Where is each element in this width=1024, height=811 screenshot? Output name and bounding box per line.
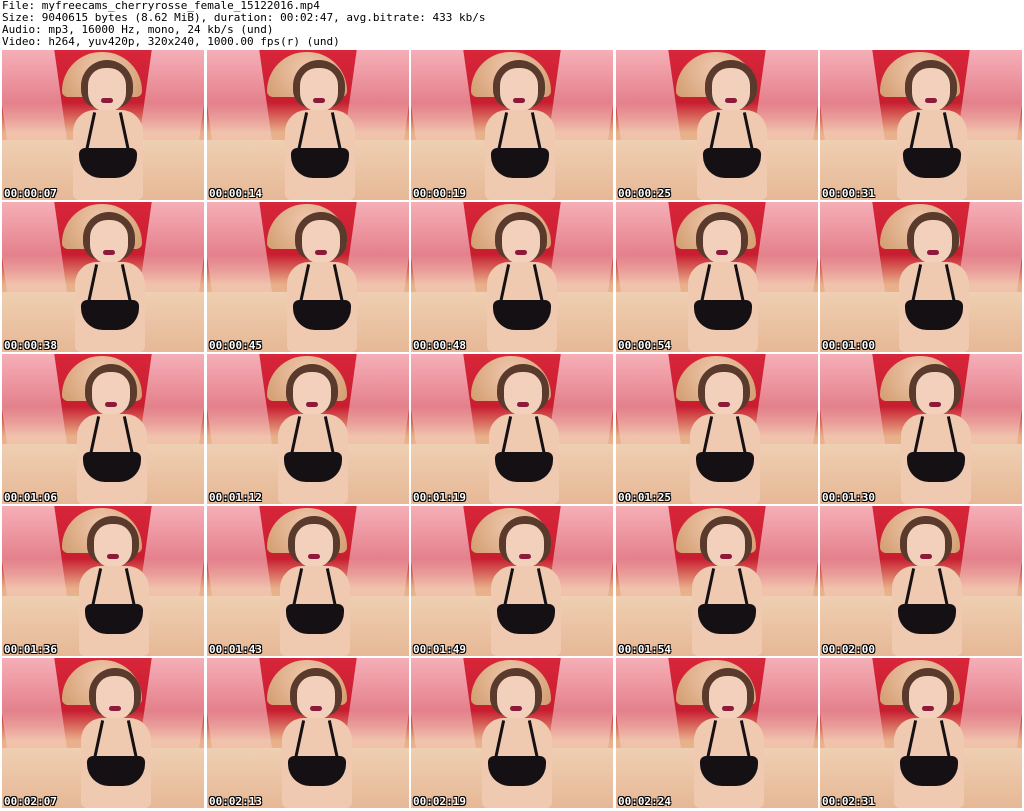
thumbnail-timestamp: 00:00:19 (413, 187, 466, 200)
thumbnail-timestamp: 00:00:45 (209, 339, 262, 352)
video-thumbnail: 00:01:25 (616, 354, 818, 504)
video-thumbnail: 00:00:45 (207, 202, 409, 352)
video-thumbnail: 00:01:00 (820, 202, 1022, 352)
video-thumbnail: 00:02:24 (616, 658, 818, 808)
video-thumbnail: 00:01:36 (2, 506, 204, 656)
video-thumbnail: 00:00:14 (207, 50, 409, 200)
file-info-header: File: myfreecams_cherryrosse_female_1512… (2, 0, 1022, 50)
thumbnail-timestamp: 00:02:00 (822, 643, 875, 656)
video-thumbnail: 00:01:12 (207, 354, 409, 504)
thumbnail-timestamp: 00:00:31 (822, 187, 875, 200)
video-thumbnail: 00:01:30 (820, 354, 1022, 504)
thumbnail-timestamp: 00:01:36 (4, 643, 57, 656)
thumbnail-timestamp: 00:01:12 (209, 491, 262, 504)
thumbnail-timestamp: 00:01:49 (413, 643, 466, 656)
video-thumbnail: 00:01:19 (411, 354, 613, 504)
thumbnail-timestamp: 00:01:06 (4, 491, 57, 504)
video-thumbnail: 00:01:49 (411, 506, 613, 656)
video-thumbnail: 00:01:54 (616, 506, 818, 656)
thumbnail-timestamp: 00:02:07 (4, 795, 57, 808)
thumbnail-timestamp: 00:02:31 (822, 795, 875, 808)
thumbnail-timestamp: 00:00:38 (4, 339, 57, 352)
thumbnail-timestamp: 00:01:43 (209, 643, 262, 656)
video-thumbnail: 00:00:48 (411, 202, 613, 352)
video-thumbnail: 00:00:31 (820, 50, 1022, 200)
video-thumbnail: 00:02:19 (411, 658, 613, 808)
video-thumbnail: 00:01:06 (2, 354, 204, 504)
video-thumbnail: 00:00:54 (616, 202, 818, 352)
thumbnail-timestamp: 00:01:54 (618, 643, 671, 656)
video-thumbnail: 00:00:07 (2, 50, 204, 200)
video-thumbnail: 00:02:13 (207, 658, 409, 808)
thumbnail-timestamp: 00:02:24 (618, 795, 671, 808)
thumbnail-timestamp: 00:01:00 (822, 339, 875, 352)
thumbnail-timestamp: 00:00:07 (4, 187, 57, 200)
video-thumbnail: 00:00:19 (411, 50, 613, 200)
video-thumbnail: 00:02:07 (2, 658, 204, 808)
thumbnail-grid: 00:00:07 00:00:14 00:00:19 00:00:25 00:00:31… (2, 50, 1022, 810)
thumbnail-timestamp: 00:02:19 (413, 795, 466, 808)
thumbnail-timestamp: 00:01:25 (618, 491, 671, 504)
video-thumbnail: 00:02:00 (820, 506, 1022, 656)
video-thumbnail: 00:00:25 (616, 50, 818, 200)
video-info-line: Video: h264, yuv420p, 320x240, 1000.00 f… (2, 35, 340, 48)
thumbnail-timestamp: 00:00:48 (413, 339, 466, 352)
video-thumbnail: 00:00:38 (2, 202, 204, 352)
thumbnail-timestamp: 00:01:19 (413, 491, 466, 504)
thumbnail-timestamp: 00:01:30 (822, 491, 875, 504)
thumbnail-timestamp: 00:00:14 (209, 187, 262, 200)
video-thumbnail: 00:02:31 (820, 658, 1022, 808)
thumbnail-timestamp: 00:00:25 (618, 187, 671, 200)
thumbnail-timestamp: 00:02:13 (209, 795, 262, 808)
video-thumbnail: 00:01:43 (207, 506, 409, 656)
thumbnail-timestamp: 00:00:54 (618, 339, 671, 352)
